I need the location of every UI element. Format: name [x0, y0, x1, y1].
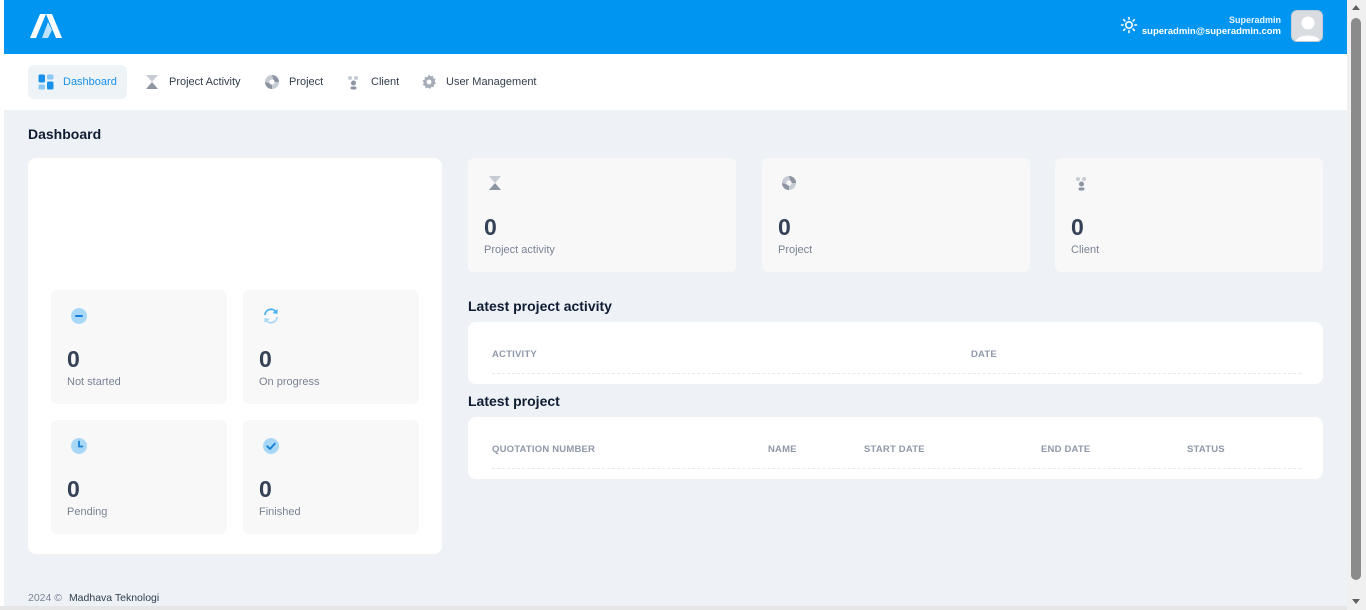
- scroll-down-arrow-icon[interactable]: [1352, 599, 1360, 604]
- scroll-up-arrow-icon[interactable]: [1352, 5, 1360, 10]
- column-header-end-date[interactable]: END DATE: [1041, 444, 1090, 455]
- header-divider: [492, 373, 1301, 374]
- nav-label-user-management: User Management: [446, 76, 537, 88]
- stat-label: Pending: [67, 506, 108, 518]
- dashboard-grid-icon: [38, 74, 54, 90]
- summary-client: 0 Client: [1055, 158, 1323, 272]
- latest-activity-title: Latest project activity: [468, 298, 612, 314]
- window-bottom-edge: [0, 606, 1347, 610]
- stat-value: 0: [67, 476, 80, 502]
- nav-item-project[interactable]: Project: [254, 65, 333, 99]
- column-header-activity[interactable]: ACTIVITY: [492, 349, 537, 360]
- summary-value: 0: [1071, 214, 1084, 240]
- stat-label: On progress: [259, 376, 320, 388]
- summary-label: Client: [1071, 244, 1100, 256]
- column-header-quotation-number[interactable]: QUOTATION NUMBER: [492, 444, 595, 455]
- footer: 2024 © Madhava Teknologi: [28, 592, 159, 604]
- stat-on-progress: 0 On progress: [243, 290, 419, 404]
- stat-value: 0: [67, 346, 80, 372]
- latest-project-title: Latest project: [468, 393, 560, 409]
- summary-label: Project: [778, 244, 813, 256]
- user-email: superadmin@superadmin.com: [1141, 26, 1281, 37]
- minus-circle-icon: [71, 308, 87, 324]
- column-header-start-date[interactable]: START DATE: [864, 444, 925, 455]
- people-icon: [348, 76, 358, 90]
- user-silhouette-icon: [1295, 16, 1321, 41]
- nav-item-client[interactable]: Client: [336, 65, 409, 99]
- nav-item-user-management[interactable]: User Management: [411, 65, 547, 99]
- top-header-bar: Superadmin superadmin@superadmin.com: [4, 0, 1347, 54]
- footer-company[interactable]: Madhava Teknologi: [69, 592, 159, 604]
- summary-label: Project activity: [484, 244, 555, 256]
- nav-label-client: Client: [371, 76, 400, 88]
- hourglass-icon: [489, 176, 501, 190]
- aperture-icon: [782, 176, 796, 190]
- latest-activity-table: ACTIVITY DATE: [468, 322, 1323, 384]
- nav-label-project: Project: [289, 76, 324, 88]
- gear-icon: [422, 74, 436, 89]
- stat-label: Finished: [259, 506, 301, 518]
- footer-copyright: 2024 ©: [28, 592, 63, 604]
- summary-value: 0: [778, 214, 791, 240]
- refresh-icon: [264, 308, 278, 324]
- page-title: Dashboard: [28, 126, 102, 142]
- summary-value: 0: [484, 214, 497, 240]
- main-navigation: Dashboard Project Activity Project Clien…: [4, 54, 1347, 110]
- theme-toggle-sun-icon[interactable]: [1120, 16, 1138, 34]
- nav-item-project-activity[interactable]: Project Activity: [134, 65, 251, 99]
- nav-item-dashboard[interactable]: Dashboard: [28, 65, 127, 99]
- column-header-date[interactable]: DATE: [971, 349, 997, 360]
- status-summary-card: 0 Not started 0 On progress 0 Pending 0 …: [28, 158, 442, 554]
- stat-finished: 0 Finished: [243, 420, 419, 534]
- latest-project-table: QUOTATION NUMBER NAME START DATE END DAT…: [468, 417, 1323, 479]
- vertical-scrollbar[interactable]: [1347, 0, 1366, 610]
- people-icon: [1076, 177, 1086, 191]
- avatar[interactable]: [1291, 10, 1323, 42]
- stat-value: 0: [259, 476, 272, 502]
- app-logo-icon[interactable]: [28, 12, 64, 40]
- nav-label-dashboard: Dashboard: [63, 76, 117, 88]
- summary-project: 0 Project: [762, 158, 1030, 272]
- aperture-icon: [265, 75, 279, 89]
- stat-not-started: 0 Not started: [51, 290, 227, 404]
- stat-pending: 0 Pending: [51, 420, 227, 534]
- stat-label: Not started: [67, 376, 121, 388]
- scrollbar-thumb[interactable]: [1351, 18, 1361, 580]
- column-header-name[interactable]: NAME: [768, 444, 797, 455]
- hourglass-icon: [146, 75, 158, 89]
- check-circle-icon: [263, 438, 279, 454]
- header-divider: [492, 468, 1301, 469]
- summary-project-activity: 0 Project activity: [468, 158, 736, 272]
- stat-value: 0: [259, 346, 272, 372]
- nav-label-project-activity: Project Activity: [169, 76, 241, 88]
- clock-icon: [71, 438, 87, 454]
- column-header-status[interactable]: STATUS: [1187, 444, 1225, 455]
- user-name: Superadmin: [1228, 15, 1281, 25]
